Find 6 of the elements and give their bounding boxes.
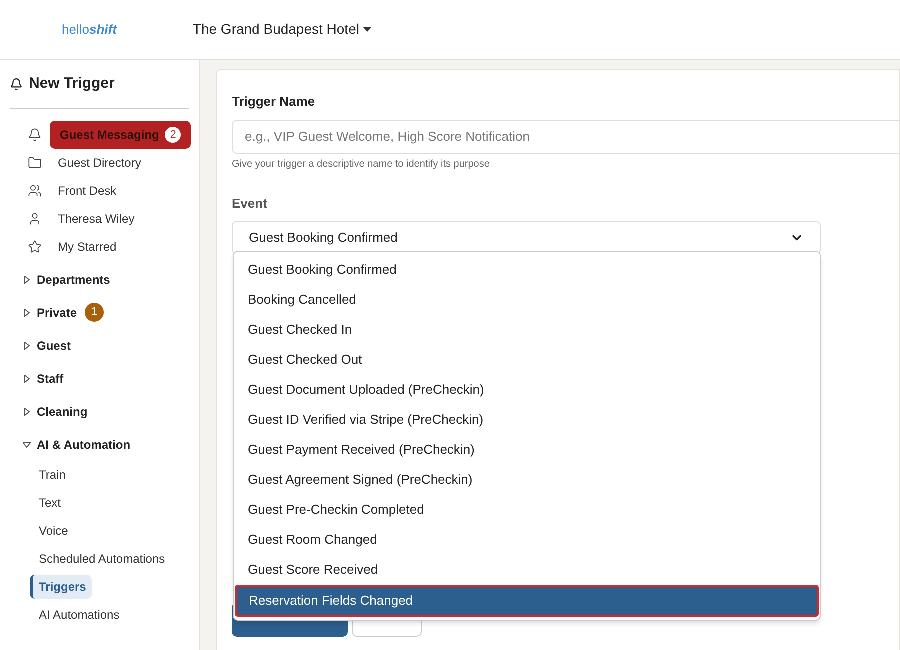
field-label: Event bbox=[232, 194, 268, 212]
sidebar-title: New Trigger bbox=[29, 74, 115, 94]
unread-badge: 2 bbox=[165, 127, 182, 143]
help-text: Give your trigger a descriptive name to identify its purpose bbox=[232, 158, 491, 172]
count-badge: 1 bbox=[85, 303, 104, 322]
field-label: Trigger Name bbox=[232, 93, 316, 111]
